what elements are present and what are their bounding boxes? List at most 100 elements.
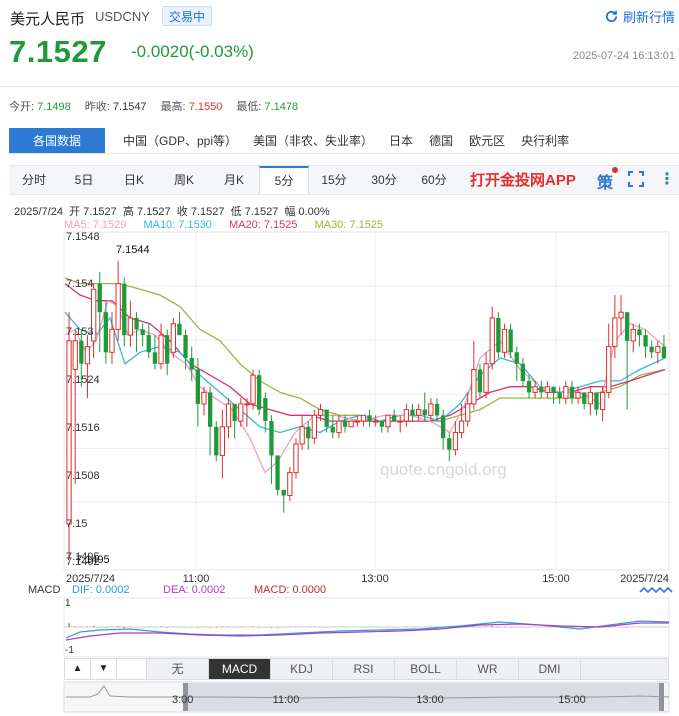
x-tick-label: 2025/7/24 [620,573,669,585]
candle-body [158,334,164,365]
macd-panel [63,597,670,658]
open-app-link[interactable]: 打开金投网APP [470,169,576,190]
y-tick-label: 7.1548 [66,231,100,243]
low-marker-label: 7.1495 [76,554,110,566]
candle-body [367,415,372,421]
open-stat: 今开: 7.1498 [9,98,71,114]
candle-body [122,283,127,336]
navigator-tick-label: 13:00 [416,694,444,706]
candle-body [649,346,654,353]
fullscreen-icon[interactable] [628,171,644,187]
ohlc-info: 2025/7/24 开 7.1527 高 7.1527 收 7.1527 低 7… [14,203,330,219]
kline-chart[interactable]: quote.cngold.org 7.1548 7.154 7.153 7.1524 7… [0,224,679,716]
ma5-line [64,299,666,474]
y-tick-label: 7.153 [66,326,94,338]
macd-axis-bottom: -1 [65,645,74,656]
macd-dif: DIF: 0.0002 [72,584,129,596]
candle-body [594,392,599,410]
candle-body [557,392,562,399]
refresh-button[interactable]: 刷新行情 [604,6,675,26]
high-label: 最高: [160,101,186,113]
tab-indicator-kdj[interactable]: KDJ [271,659,333,679]
candle-body [79,340,84,364]
tab-indicator-dmi[interactable]: DMI [519,659,581,679]
candle-body [225,403,232,428]
y-tick-label: 7.1516 [66,422,100,434]
instrument-code: USDCNY [95,9,150,24]
candle-body [520,363,525,381]
moving-average-lines [64,277,666,474]
candle-body [582,392,587,404]
tab-country-data[interactable]: 各国数据 [9,128,105,153]
candle-body [275,455,280,490]
candle-body [452,432,459,451]
candle-body [422,409,427,416]
candle-body [489,317,495,365]
y-tick-label: 7.154 [66,278,94,290]
candle-body [508,329,513,353]
tab-weekly-k[interactable]: 周K [159,166,209,194]
candle-body [97,283,102,313]
tab-60min[interactable]: 60分 [409,166,459,194]
open-value: 7.1498 [37,101,71,113]
prev-close-value: 7.1547 [112,101,147,113]
y-tick-label: 7.15 [66,518,87,530]
tab-indicator-macd[interactable]: MACD [209,659,271,679]
candle-body [373,420,379,423]
candle-body [244,403,250,406]
tab-monthly-k[interactable]: 月K [209,166,259,194]
candle-body [336,420,342,434]
navigator-tick-label: 11:00 [273,694,300,706]
candle-body [379,421,384,427]
candle-body [232,403,237,422]
tab-intraday[interactable]: 分时 [9,166,59,194]
macd-dif-line [65,620,670,639]
candle-body [354,420,361,423]
candle-body [643,335,648,347]
tab-indicator-rsi[interactable]: RSI [333,659,395,679]
tab-germany[interactable]: 德国 [421,128,461,153]
candle-body [655,346,661,353]
nav-up-button[interactable]: ▲ [65,659,91,679]
info-date: 2025/7/24 [14,206,63,218]
tab-eurozone[interactable]: 欧元区 [461,128,513,153]
candle-body [575,391,581,399]
tab-usa[interactable]: 美国（非农、失业率） [245,128,381,153]
high-stat: 最高: 7.1550 [161,98,223,114]
x-tick-label: 13:00 [361,573,389,585]
tab-japan[interactable]: 日本 [381,128,421,153]
info-high-label: 高 [122,206,134,218]
y-tick-label: 7.1524 [66,374,100,386]
tab-5day[interactable]: 5日 [59,166,109,194]
tab-indicator-none[interactable]: 无 [147,659,209,679]
candle-body [250,374,256,405]
tab-indicator-wr[interactable]: WR [457,659,519,679]
candle-body [189,358,194,370]
candle-body [441,415,446,439]
candle-body [360,414,367,422]
candle-body [146,335,151,353]
info-high: 7.1527 [136,206,171,218]
candle-body [219,426,225,456]
candle-body [214,426,219,456]
tab-15min[interactable]: 15分 [309,166,359,194]
info-open: 7.1527 [83,206,117,218]
candle-body [170,323,176,353]
candle-body [532,386,538,393]
candle-body [109,328,115,353]
tab-5min[interactable]: 5分 [259,166,309,194]
candle-body [287,472,293,497]
tab-indicator-boll[interactable]: BOLL [395,659,457,679]
ma10-line [64,311,666,434]
tab-30min[interactable]: 30分 [359,166,409,194]
more-options-icon[interactable]: ⋮ [659,169,675,189]
tab-china[interactable]: 中国（GDP、ppi等） [115,128,245,153]
tab-central-bank-rate[interactable]: 央行利率 [513,128,577,153]
refresh-icon [606,10,618,22]
tab-daily-k[interactable]: 日K [109,166,159,194]
refresh-label: 刷新行情 [622,9,675,25]
nav-down-button[interactable]: ▼ [91,659,117,679]
candle-body [281,489,286,496]
book-icon[interactable]: 策 [597,169,613,193]
prev-close-stat: 昨收: 7.1547 [85,98,147,114]
